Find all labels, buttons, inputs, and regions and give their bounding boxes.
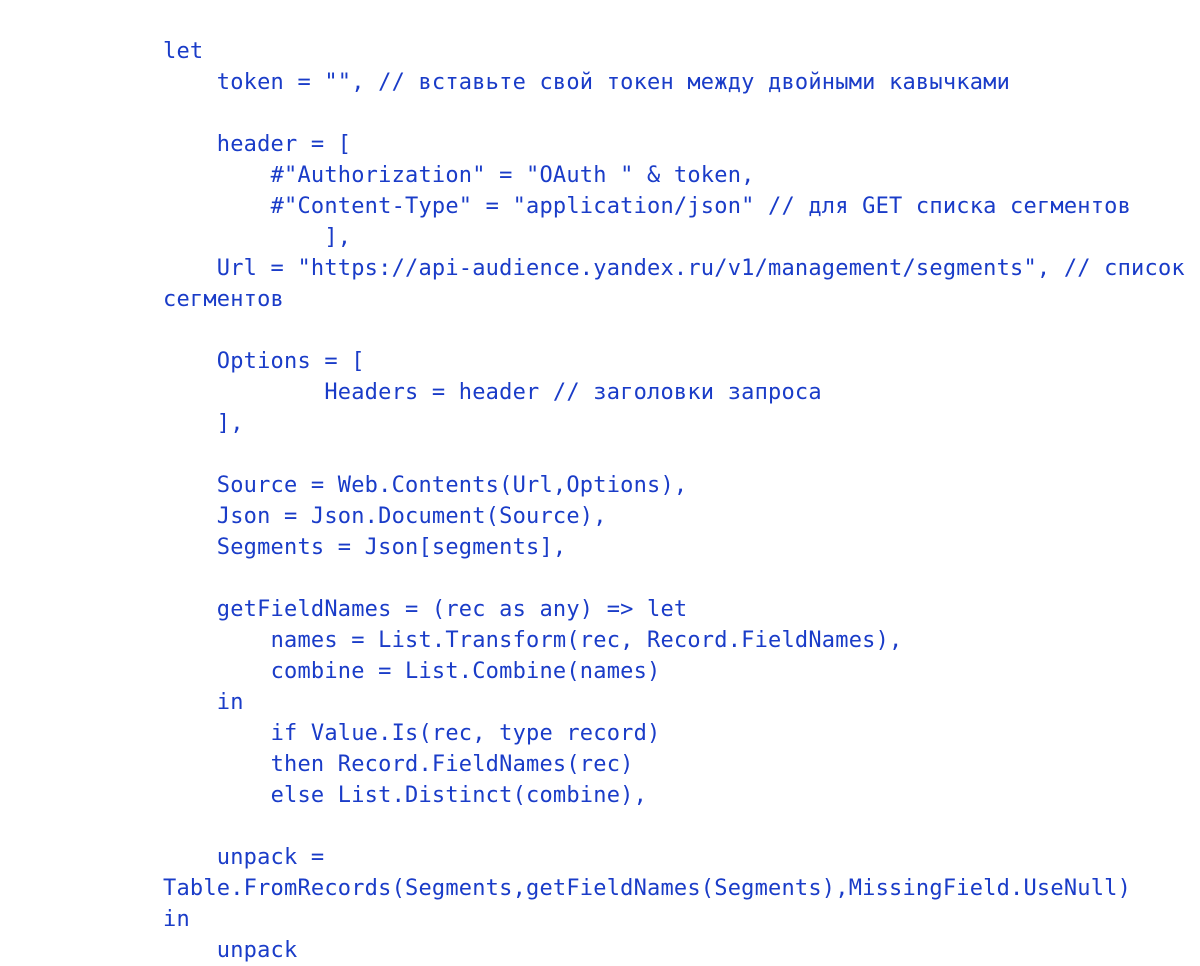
code-snippet: let token = "", // вставьте свой токен м…	[163, 36, 1200, 966]
